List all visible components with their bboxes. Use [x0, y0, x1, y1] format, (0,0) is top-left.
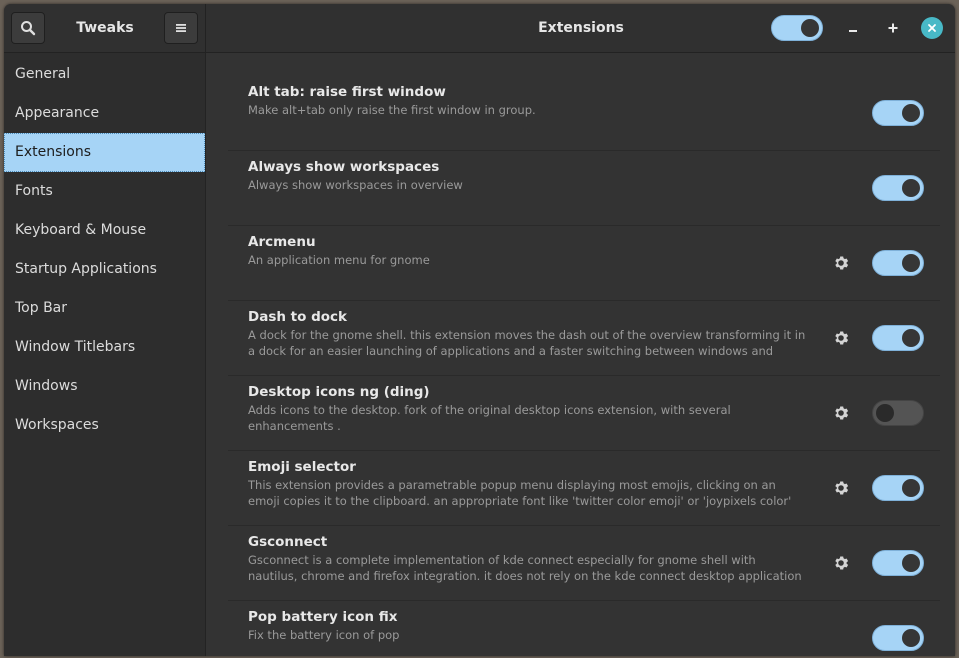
toggle-knob [902, 554, 920, 572]
extension-description: Adds icons to the desktop. fork of the o… [248, 403, 731, 433]
extension-description: Fix the battery icon of pop [248, 628, 400, 642]
extension-row-emoji-selector: Emoji selector This extension provides a … [228, 451, 940, 526]
header-left-pane: Tweaks [4, 4, 206, 52]
extension-description: A dock for the gnome shell. this extensi… [248, 328, 806, 358]
extension-row-always-show-workspaces: Always show workspaces Always show worksp… [228, 151, 940, 226]
settings-gear-icon[interactable] [833, 255, 849, 271]
toggle-knob [902, 104, 920, 122]
sidebar-item-keyboard-mouse[interactable]: Keyboard & Mouse [4, 211, 205, 250]
toggle-knob [902, 629, 920, 647]
sidebar-item-fonts[interactable]: Fonts [4, 172, 205, 211]
toggle-knob [801, 19, 819, 37]
toggle-knob [902, 479, 920, 497]
extension-row-pop-battery-icon-fix: Pop battery icon fix Fix the battery icon… [228, 601, 940, 656]
close-icon [928, 24, 936, 32]
extension-description: Always show workspaces in overview [248, 178, 463, 192]
extension-title: Alt tab: raise first window [248, 84, 446, 100]
toggle-knob [876, 404, 894, 422]
tweaks-window: Tweaks Extensions General Appearance Ext… [4, 4, 955, 656]
extensions-list: Alt tab: raise first window Make alt+tab … [206, 53, 955, 656]
extension-toggle[interactable] [872, 625, 924, 651]
extension-title: Always show workspaces [248, 159, 440, 175]
settings-gear-icon[interactable] [833, 405, 849, 421]
minimize-icon [849, 30, 857, 32]
extension-toggle[interactable] [872, 325, 924, 351]
extension-description: This extension provides a parametrable p… [248, 478, 792, 508]
sidebar-item-top-bar[interactable]: Top Bar [4, 289, 205, 328]
extension-row-gsconnect: Gsconnect Gsconnect is a complete impleme… [228, 526, 940, 601]
settings-gear-icon[interactable] [833, 480, 849, 496]
toggle-knob [902, 329, 920, 347]
app-title: Tweaks [76, 20, 134, 36]
extension-toggle[interactable] [872, 175, 924, 201]
extension-row-arcmenu: Arcmenu An application menu for gnome [228, 226, 940, 301]
extension-toggle[interactable] [872, 250, 924, 276]
extension-toggle[interactable] [872, 100, 924, 126]
extension-row-dash-to-dock: Dash to dock A dock for the gnome shell. … [228, 301, 940, 376]
hamburger-menu-icon [176, 24, 186, 32]
toggle-knob [902, 179, 920, 197]
extension-title: Arcmenu [248, 234, 316, 250]
extension-description: An application menu for gnome [248, 253, 430, 267]
extension-row-desktop-icons-ng-ding: Desktop icons ng (ding) Adds icons to the… [228, 376, 940, 451]
extensions-master-toggle[interactable] [771, 15, 823, 41]
search-button[interactable] [11, 12, 45, 44]
extension-description: Gsconnect is a complete implementation o… [248, 553, 802, 583]
sidebar: General Appearance Extensions Fonts Keyboard… [4, 53, 206, 656]
extension-description: Make alt+tab only raise the first window… [248, 103, 536, 117]
search-icon [21, 21, 36, 36]
settings-gear-icon[interactable] [833, 330, 849, 346]
extension-title: Emoji selector [248, 459, 356, 475]
sidebar-item-extensions[interactable]: Extensions [4, 133, 205, 172]
sidebar-item-general[interactable]: General [4, 55, 205, 94]
maximize-button[interactable] [881, 16, 905, 40]
extension-title: Desktop icons ng (ding) [248, 384, 430, 400]
minimize-button[interactable] [841, 16, 865, 40]
header-bar: Tweaks Extensions [4, 4, 955, 53]
extension-title: Pop battery icon fix [248, 609, 398, 625]
main-menu-button[interactable] [164, 12, 198, 44]
sidebar-item-windows[interactable]: Windows [4, 367, 205, 406]
sidebar-item-workspaces[interactable]: Workspaces [4, 406, 205, 445]
sidebar-item-appearance[interactable]: Appearance [4, 94, 205, 133]
close-button[interactable] [921, 17, 943, 39]
extension-title: Dash to dock [248, 309, 348, 325]
maximize-icon [888, 23, 898, 33]
sidebar-item-window-titlebars[interactable]: Window Titlebars [4, 328, 205, 367]
extension-toggle[interactable] [872, 400, 924, 426]
sidebar-item-startup-applications[interactable]: Startup Applications [4, 250, 205, 289]
toggle-knob [902, 254, 920, 272]
extension-title: Gsconnect [248, 534, 328, 550]
window-title: Extensions [538, 20, 624, 36]
extension-toggle[interactable] [872, 550, 924, 576]
extension-toggle[interactable] [872, 475, 924, 501]
extension-row-alt-tab-raise-first-window: Alt tab: raise first window Make alt+tab … [228, 76, 940, 151]
settings-gear-icon[interactable] [833, 555, 849, 571]
